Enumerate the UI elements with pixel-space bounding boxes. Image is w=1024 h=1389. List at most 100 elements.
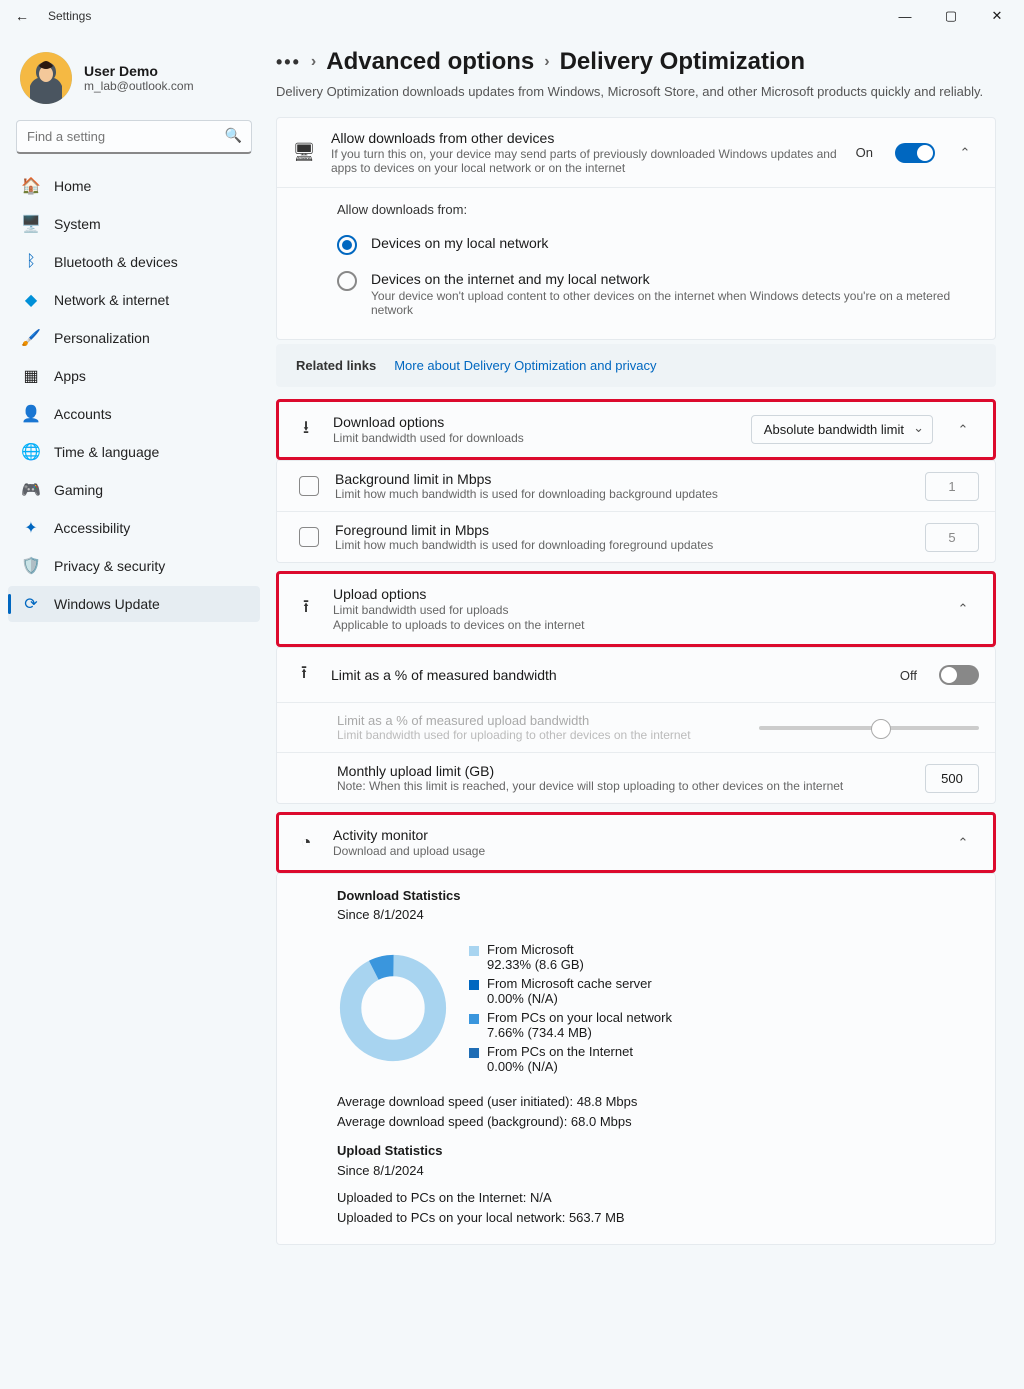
limit-pct-row: ⭱ Limit as a % of measured bandwidth Off — [277, 647, 995, 702]
nav-system[interactable]: 🖥️ System — [8, 206, 260, 242]
pct-dis-title: Limit as a % of measured upload bandwidt… — [337, 713, 743, 728]
stats-since: Since 8/1/2024 — [337, 907, 979, 922]
fg-limit-desc: Limit how much bandwidth is used for dow… — [335, 538, 909, 552]
nav-label: Home — [54, 178, 91, 194]
pct-title: Limit as a % of measured bandwidth — [331, 667, 884, 683]
user-profile[interactable]: User Demo m_lab@outlook.com — [8, 44, 260, 120]
breadcrumb-advanced[interactable]: Advanced options — [326, 48, 534, 76]
user-email: m_lab@outlook.com — [84, 79, 194, 93]
nav-network[interactable]: ◆Network & internet — [8, 282, 260, 318]
download-limits-card: Background limit in Mbps Limit how much … — [276, 460, 996, 563]
apps-icon: ▦ — [22, 367, 40, 385]
background-limit-checkbox[interactable] — [299, 476, 319, 496]
background-limit-row: Background limit in Mbps Limit how much … — [277, 460, 995, 511]
toggle-state-label: On — [856, 145, 873, 160]
nav-label: Accounts — [54, 406, 112, 422]
bandwidth-limit-dropdown[interactable]: Absolute bandwidth limit — [751, 415, 933, 444]
chevron-right-icon: › — [544, 53, 549, 71]
legend-swatch — [469, 946, 479, 956]
nav-bluetooth[interactable]: ᛒ Bluetooth & devices — [8, 244, 260, 280]
breadcrumb-more[interactable]: ••• — [276, 52, 301, 73]
legend-value: 0.00% (N/A) — [487, 991, 652, 1006]
radio-icon — [337, 235, 357, 255]
nav-windows-update[interactable]: ⟳Windows Update — [8, 586, 260, 622]
search-input[interactable] — [16, 120, 252, 154]
minimize-button[interactable]: — — [882, 0, 928, 32]
activity-icon: ◔ — [295, 832, 317, 853]
download-options-row[interactable]: ⭳ Download options Limit bandwidth used … — [279, 402, 993, 457]
maximize-button[interactable]: ▢ — [928, 0, 974, 32]
legend-swatch — [469, 980, 479, 990]
upload-options-row[interactable]: ⭱ Upload options Limit bandwidth used fo… — [279, 574, 993, 644]
fg-limit-title: Foreground limit in Mbps — [335, 522, 909, 538]
bg-limit-title: Background limit in Mbps — [335, 471, 909, 487]
accessibility-icon: ✦ — [22, 519, 40, 537]
limit-pct-toggle[interactable] — [939, 665, 979, 685]
chevron-up-icon[interactable]: ⌃ — [951, 145, 979, 161]
nav-home[interactable]: 🏠 Home — [8, 168, 260, 204]
upload-pct-slider — [759, 726, 979, 730]
legend-label: From PCs on your local network — [487, 1010, 672, 1025]
chevron-up-icon[interactable]: ⌃ — [949, 835, 977, 851]
legend-value: 92.33% (8.6 GB) — [487, 957, 584, 972]
close-button[interactable]: ✕ — [974, 0, 1020, 32]
avg-speed-user: Average download speed (user initiated):… — [337, 1094, 979, 1109]
limit-pct-disabled-row: Limit as a % of measured upload bandwidt… — [277, 702, 995, 752]
pct-dis-desc: Limit bandwidth used for uploading to ot… — [337, 728, 743, 742]
nav-accounts[interactable]: 👤Accounts — [8, 396, 260, 432]
radio-desc: Your device won't upload content to othe… — [371, 289, 979, 317]
nav-label: Accessibility — [54, 520, 130, 536]
nav-personalization[interactable]: 🖌️Personalization — [8, 320, 260, 356]
upload-limits-card: ⭱ Limit as a % of measured bandwidth Off… — [276, 647, 996, 804]
nav-apps[interactable]: ▦Apps — [8, 358, 260, 394]
nav-list: 🏠 Home 🖥️ System ᛒ Bluetooth & devices ◆Net… — [8, 168, 260, 622]
monthly-title: Monthly upload limit (GB) — [337, 763, 909, 779]
bluetooth-icon: ᛒ — [22, 253, 40, 271]
breadcrumb: ••• › Advanced options › Delivery Optimi… — [276, 48, 996, 76]
foreground-limit-input[interactable] — [925, 523, 979, 552]
main-content: ••• › Advanced options › Delivery Optimi… — [268, 32, 1024, 1389]
upload-desc2: Applicable to uploads to devices on the … — [333, 618, 933, 632]
related-label: Related links — [296, 358, 376, 373]
nav-label: Time & language — [54, 444, 159, 460]
upload-desc: Limit bandwidth used for uploads — [333, 603, 933, 617]
upload-internet: Uploaded to PCs on the Internet: N/A — [337, 1190, 979, 1205]
download-icon: ⭳ — [295, 415, 317, 445]
nav-privacy[interactable]: 🛡️Privacy & security — [8, 548, 260, 584]
system-icon: 🖥️ — [22, 215, 40, 233]
download-statistics: Download Statistics Since 8/1/2024 From … — [277, 873, 995, 1244]
radio-label: Devices on my local network — [371, 235, 548, 251]
back-button[interactable]: ← — [4, 8, 40, 24]
nav-gaming[interactable]: 🎮Gaming — [8, 472, 260, 508]
chevron-up-icon[interactable]: ⌃ — [949, 601, 977, 617]
time-icon: 🌐 — [22, 443, 40, 461]
percent-icon: ⭱ — [293, 660, 315, 690]
privacy-icon: 🛡️ — [22, 557, 40, 575]
monthly-limit-row: Monthly upload limit (GB) Note: When thi… — [277, 752, 995, 803]
nav-accessibility[interactable]: ✦ Accessibility — [8, 510, 260, 546]
nav-label: Bluetooth & devices — [54, 254, 178, 270]
home-icon: 🏠 — [22, 177, 40, 195]
foreground-limit-checkbox[interactable] — [299, 527, 319, 547]
nav-label: System — [54, 216, 101, 232]
nav-time[interactable]: 🌐 Time & language — [8, 434, 260, 470]
allow-from-label: Allow downloads from: — [337, 202, 979, 217]
background-limit-input[interactable] — [925, 472, 979, 501]
sidebar: User Demo m_lab@outlook.com 🔍 🏠 Home 🖥️ Sy… — [0, 32, 268, 1389]
search-icon: 🔍 — [225, 127, 242, 144]
legend-swatch — [469, 1014, 479, 1024]
page-description: Delivery Optimization downloads updates … — [276, 84, 996, 99]
allow-downloads-toggle[interactable] — [895, 143, 935, 163]
toggle-state-label: Off — [900, 668, 917, 683]
upload-options-card: ⭱ Upload options Limit bandwidth used fo… — [276, 571, 996, 647]
allow-downloads-row[interactable]: 🖥 Allow downloads from other devices If … — [277, 118, 995, 187]
download-stats-heading: Download Statistics — [337, 888, 979, 903]
related-link[interactable]: More about Delivery Optimization and pri… — [394, 358, 656, 373]
devices-icon: 🖥 — [293, 142, 315, 163]
avatar — [20, 52, 72, 104]
radio-local-network[interactable]: Devices on my local network — [337, 227, 979, 263]
activity-monitor-row[interactable]: ◔ Activity monitor Download and upload u… — [279, 815, 993, 870]
radio-internet[interactable]: Devices on the internet and my local net… — [337, 263, 979, 325]
monthly-limit-input[interactable] — [925, 764, 979, 793]
chevron-up-icon[interactable]: ⌃ — [949, 422, 977, 438]
